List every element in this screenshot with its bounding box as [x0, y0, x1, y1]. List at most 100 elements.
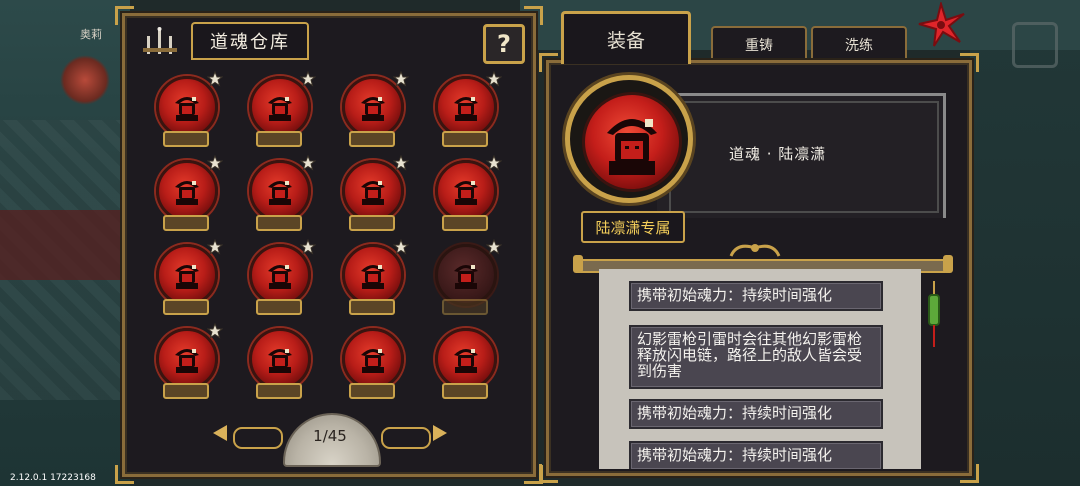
portrait-icon [268, 265, 292, 289]
star-icon [207, 323, 223, 339]
soul-item-slot[interactable] [422, 239, 502, 319]
right-background [970, 0, 1080, 486]
star-icon [393, 155, 409, 171]
portrait-icon [268, 181, 292, 205]
npc-character [60, 55, 110, 105]
panel-corner-ornament [539, 464, 558, 483]
jade-tassel-icon [928, 281, 940, 347]
panel-corner-ornament [115, 6, 134, 25]
portrait-icon [175, 265, 199, 289]
scroll-ornament-icon [381, 427, 431, 449]
soul-item-slot[interactable] [236, 323, 316, 403]
selected-soul-orb-icon [582, 92, 682, 192]
orb-pedestal [256, 131, 302, 147]
star-icon [486, 71, 502, 87]
star-icon [393, 71, 409, 87]
orb-pedestal [442, 131, 488, 147]
help-button[interactable]: ? [483, 24, 525, 64]
orb-pedestal [349, 383, 395, 399]
orb-pedestal [163, 131, 209, 147]
soul-warehouse-panel: 道魂仓库 ? 1/45 [115, 6, 543, 484]
close-icon[interactable] [916, 2, 966, 48]
effect-line: 幻影雷枪引雷时会往其他幻影雷枪释放闪电链，路径上的敌人皆会受到伤害 [629, 325, 883, 389]
effects-scroll[interactable]: 携带初始魂力：持续时间强化 幻影雷枪引雷时会往其他幻影雷枪释放闪电链，路径上的敌… [599, 269, 921, 469]
effect-line: 携带初始魂力：持续时间强化 [629, 441, 883, 469]
soul-item-slot[interactable] [329, 239, 409, 319]
star-icon [393, 239, 409, 255]
warehouse-title: 道魂仓库 [191, 22, 309, 58]
item-name: 道魂 · 陆凛潇 [729, 145, 827, 163]
portrait-icon [361, 265, 385, 289]
soul-item-slot[interactable] [329, 323, 409, 403]
orb-pedestal [163, 383, 209, 399]
soul-item-slot[interactable] [236, 155, 316, 235]
soul-item-grid [143, 71, 519, 401]
orb-pedestal [349, 131, 395, 147]
orb-pedestal [349, 215, 395, 231]
orb-pedestal [256, 383, 302, 399]
tab-recast[interactable]: 重铸 [711, 26, 807, 62]
soul-item-slot[interactable] [236, 71, 316, 151]
star-icon [486, 155, 502, 171]
orb-pedestal [442, 299, 488, 315]
panel-corner-ornament [960, 464, 979, 483]
effect-line: 携带初始魂力：持续时间强化 [629, 281, 883, 311]
portrait-icon [361, 349, 385, 373]
star-icon [300, 155, 316, 171]
pagination: 1/45 [205, 411, 455, 471]
soul-item-slot[interactable] [329, 155, 409, 235]
soul-item-slot[interactable] [143, 239, 223, 319]
star-icon [486, 239, 502, 255]
soul-item-slot[interactable] [236, 239, 316, 319]
portrait-icon [454, 97, 478, 121]
soul-item-slot[interactable] [143, 155, 223, 235]
star-icon [207, 155, 223, 171]
portrait-icon [268, 349, 292, 373]
tab-equip[interactable]: 装备 [561, 11, 691, 64]
portrait-icon [175, 97, 199, 121]
orb-pedestal [442, 215, 488, 231]
soul-detail-panel: 道魂 · 陆凛潇 陆凛潇专属 携带初始魂力：持续时间强化 幻影雷枪引雷时会往其他… [539, 53, 979, 483]
orb-pedestal [256, 299, 302, 315]
orb-pedestal [163, 299, 209, 315]
star-icon [300, 239, 316, 255]
panel-corner-ornament [539, 53, 558, 72]
portrait-icon [361, 97, 385, 121]
red-rug [0, 210, 125, 280]
soul-item-slot[interactable] [329, 71, 409, 151]
portrait-icon [361, 181, 385, 205]
star-icon [300, 71, 316, 87]
soul-orb-icon [249, 328, 311, 390]
soul-orb-icon [435, 328, 497, 390]
soul-item-slot[interactable] [422, 71, 502, 151]
soul-item-slot[interactable] [422, 323, 502, 403]
portrait-icon [175, 181, 199, 205]
portrait-icon [175, 349, 199, 373]
soul-item-slot[interactable] [143, 323, 223, 403]
portrait-icon [607, 119, 657, 175]
panel-corner-ornament [960, 53, 979, 72]
portrait-icon [268, 97, 292, 121]
scroll-rod-knob [573, 255, 583, 273]
portrait-icon [454, 181, 478, 205]
orb-pedestal [256, 215, 302, 231]
effect-line: 携带初始魂力：持续时间强化 [629, 399, 883, 429]
portrait-icon [454, 349, 478, 373]
prev-page-arrow-icon[interactable] [213, 425, 227, 441]
soul-orb-icon [342, 328, 404, 390]
npc-name: 奥莉 [80, 28, 102, 41]
panel-corner-ornament [524, 6, 543, 25]
soul-item-slot[interactable] [422, 155, 502, 235]
title-underline [191, 58, 309, 60]
orb-pedestal [163, 215, 209, 231]
settings-icon[interactable] [1012, 22, 1058, 68]
next-page-arrow-icon[interactable] [433, 425, 447, 441]
orb-pedestal [442, 383, 488, 399]
portrait-icon [454, 265, 478, 289]
soul-item-slot[interactable] [143, 71, 223, 151]
tab-refine[interactable]: 洗练 [811, 26, 907, 62]
star-icon [207, 239, 223, 255]
scroll-ornament-icon [233, 427, 283, 449]
version-text: 2.12.0.1 17223168 [10, 473, 96, 483]
orb-pedestal [349, 299, 395, 315]
